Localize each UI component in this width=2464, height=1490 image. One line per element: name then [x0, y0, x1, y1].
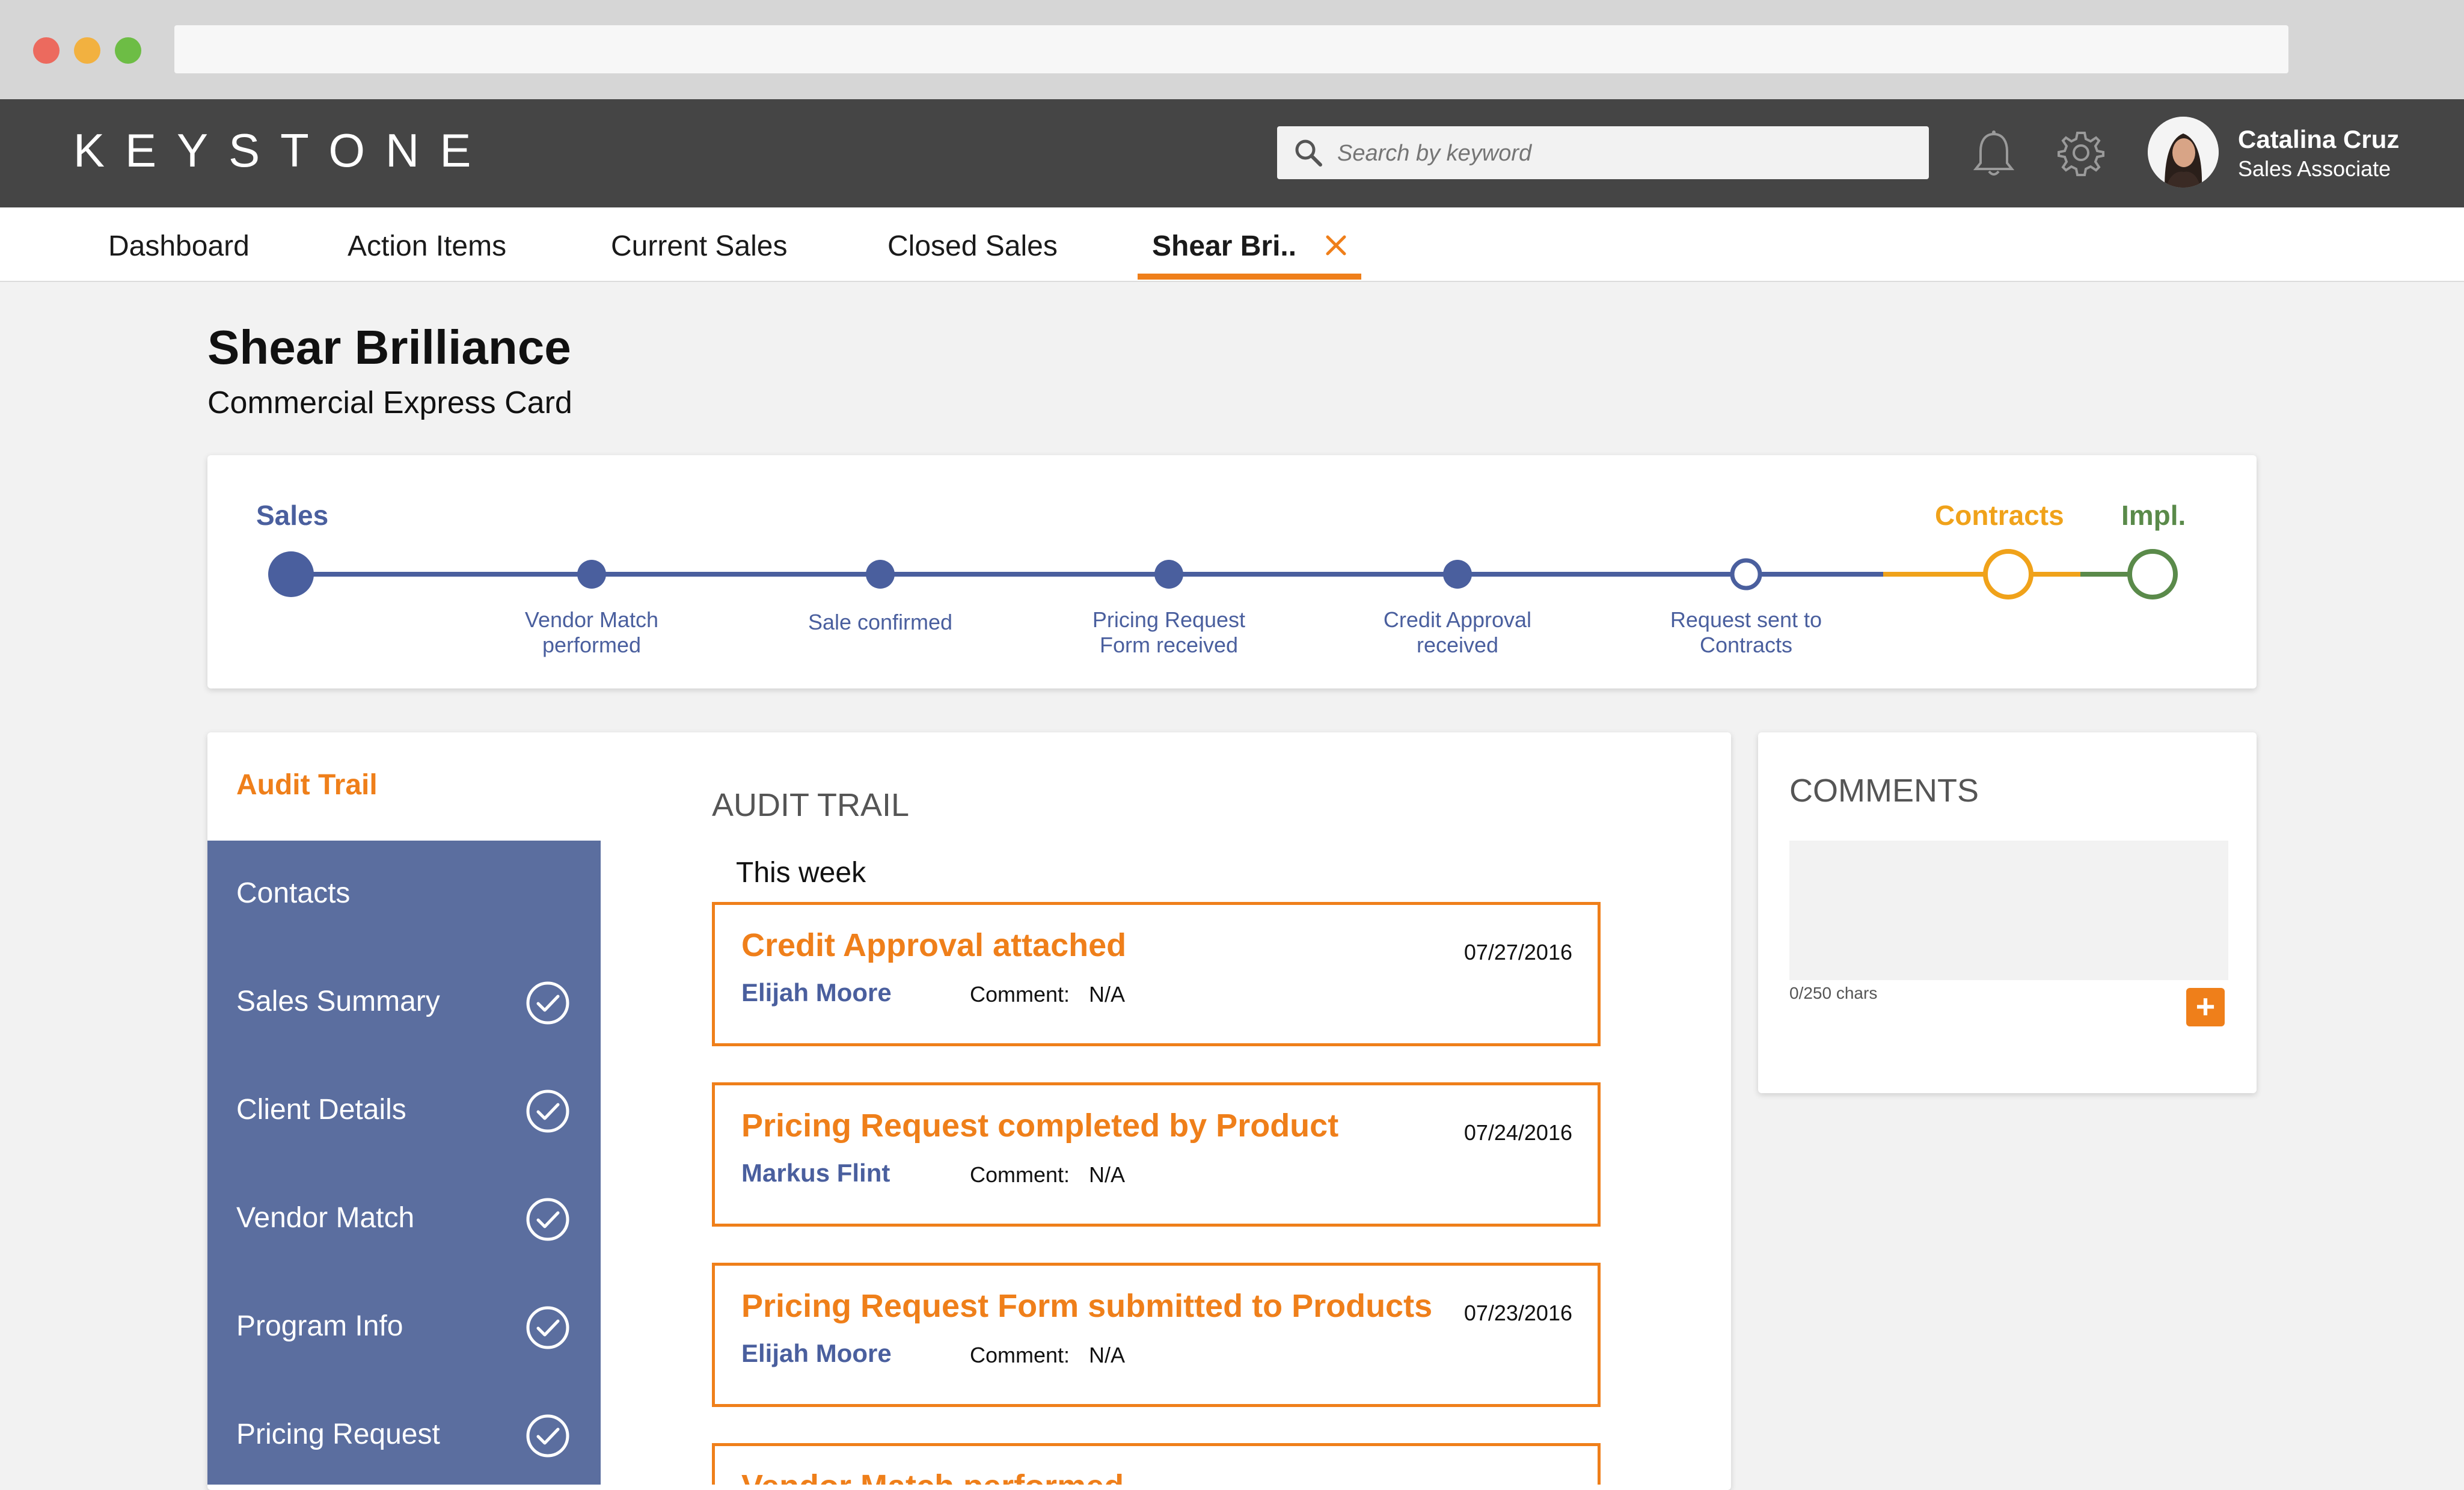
check-circle-icon	[526, 1414, 569, 1458]
audit-entry-comment-label: Comment:	[970, 1343, 1070, 1367]
audit-entry-date: 07/23/2016	[1463, 1301, 1572, 1325]
step-node-impl[interactable]	[2127, 549, 2178, 599]
check-circle-icon	[526, 1090, 569, 1133]
sidebar-item-label: Pricing Request	[236, 1418, 440, 1450]
step-node-credit-approval[interactable]	[1443, 560, 1472, 589]
step-label-sale-confirmed: Sale confirmed	[808, 610, 953, 634]
audit-entry-user[interactable]: Markus Flint	[741, 1159, 890, 1188]
audit-trail-heading: AUDIT TRAIL	[712, 787, 910, 823]
add-comment-button[interactable]: +	[2186, 988, 2225, 1026]
audit-entry-title: Pricing Request completed by Product	[741, 1108, 1339, 1144]
step-node-sales[interactable]	[268, 551, 314, 597]
audit-entry-date: 07/27/2016	[1463, 940, 1572, 964]
audit-entry-title: Pricing Request Form submitted to Produc…	[741, 1288, 1433, 1324]
audit-entry-date: 07/24/2016	[1463, 1120, 1572, 1145]
check-circle-icon	[526, 981, 569, 1025]
comments-title: COMMENTS	[1789, 773, 1979, 809]
audit-entry[interactable]: Pricing Request Form submitted to Produc…	[712, 1263, 1601, 1407]
step-label-credit-approval: Credit Approval received	[1383, 607, 1532, 657]
sidebar-item-sales-summary[interactable]: Sales Summary	[236, 949, 601, 1057]
step-label-request-sent: Request sent to Contracts	[1670, 607, 1822, 657]
step-node-pricing-request[interactable]	[1154, 560, 1183, 589]
audit-entry-comment: N/A	[1089, 1162, 1126, 1187]
step-label-vendor-match: Vendor Match performed	[524, 607, 659, 657]
step-node-vendor-match[interactable]	[577, 560, 606, 589]
sidebar-item-pricing-request[interactable]: Pricing Request	[236, 1382, 601, 1490]
sidebar-item-label: Sales Summary	[236, 986, 440, 1017]
sidebar-item-label: Program Info	[236, 1310, 403, 1342]
check-circle-icon	[526, 1306, 569, 1349]
audit-entry-comment-label: Comment:	[970, 982, 1070, 1007]
comment-input[interactable]	[1789, 841, 2228, 980]
check-circle-icon	[526, 1198, 569, 1241]
step-node-contracts[interactable]	[1983, 549, 2033, 599]
step-label-pricing-request: Pricing Request Form received	[1092, 607, 1246, 657]
sidebar-item-audit-trail-label[interactable]: Audit Trail	[236, 768, 378, 802]
audit-entry-title: Credit Approval attached	[741, 927, 1127, 963]
sidebar-item-label: Contacts	[236, 877, 351, 909]
audit-entry-comment: N/A	[1089, 1343, 1126, 1367]
sidebar-item-label: Vendor Match	[236, 1202, 415, 1234]
sidebar-item-contacts[interactable]: Contacts	[236, 841, 601, 949]
audit-group-label: This week	[736, 857, 866, 889]
sidebar: Contacts Sales Summary Client Details Ve…	[207, 841, 601, 1485]
audit-entry-title: Vendor Match performed	[741, 1468, 1124, 1485]
audit-entry[interactable]: Credit Approval attached 07/27/2016 Elij…	[712, 902, 1601, 1046]
char-counter: 0/250 chars	[1789, 984, 1878, 1002]
audit-entry-user[interactable]: Elijah Moore	[741, 978, 892, 1007]
audit-entry[interactable]: Vendor Match performed	[712, 1443, 1601, 1485]
audit-entry-user[interactable]: Elijah Moore	[741, 1339, 892, 1368]
audit-entry-comment: N/A	[1089, 982, 1126, 1007]
sidebar-item-vendor-match[interactable]: Vendor Match	[236, 1165, 601, 1274]
step-node-request-sent[interactable]	[1730, 558, 1762, 590]
sidebar-item-label: Client Details	[236, 1094, 406, 1126]
sidebar-item-program-info[interactable]: Program Info	[236, 1274, 601, 1382]
sidebar-item-client-details[interactable]: Client Details	[236, 1057, 601, 1165]
audit-entry[interactable]: Pricing Request completed by Product 07/…	[712, 1082, 1601, 1227]
step-node-sale-confirmed[interactable]	[866, 560, 895, 589]
audit-entry-comment-label: Comment:	[970, 1162, 1070, 1187]
